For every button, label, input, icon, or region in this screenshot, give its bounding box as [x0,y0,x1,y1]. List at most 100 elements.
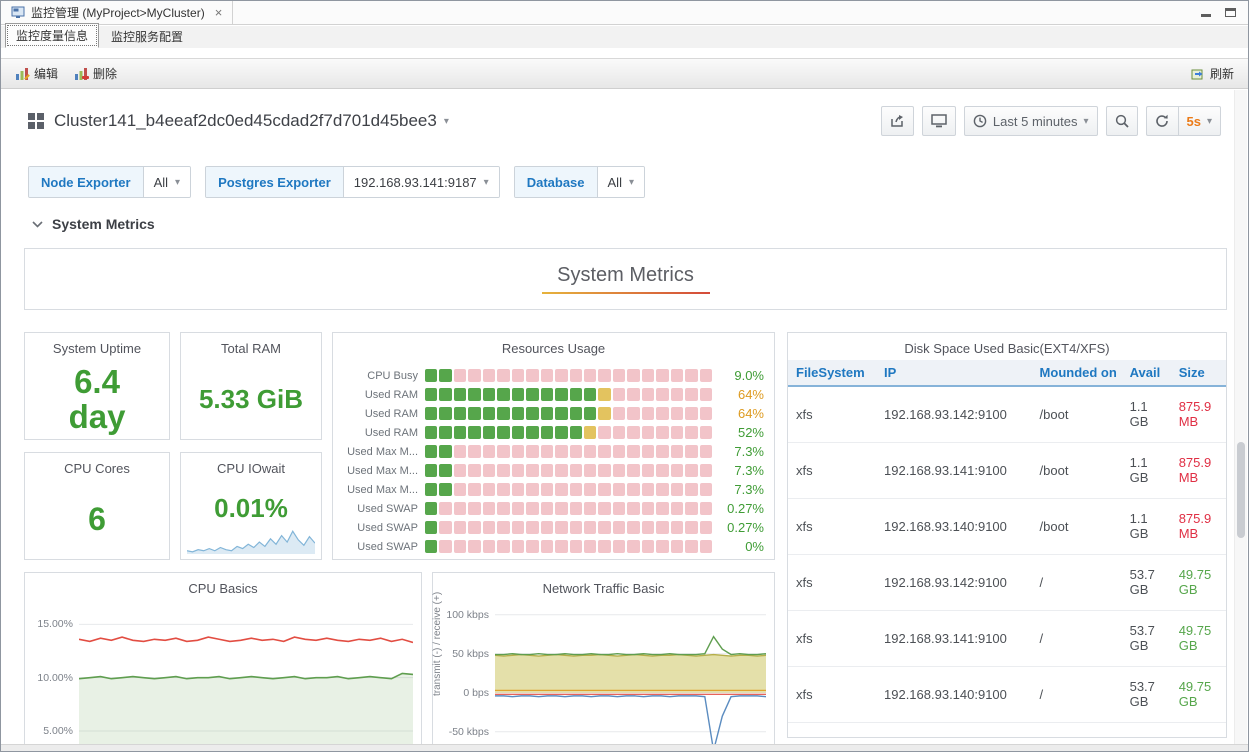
tab-monitor-metrics[interactable]: 监控度量信息 [5,23,100,48]
disk-table-cell: 192.168.93.141:9100 [876,610,1032,667]
heatmap-cell [425,540,438,553]
minimize-button[interactable] [1201,4,1211,22]
heatmap-cell [656,407,669,420]
heatmap-cell [468,445,481,458]
heatmap-cell [425,521,438,534]
heatmap-cell [555,426,568,439]
disk-table-header-filesystem[interactable]: FileSystem [788,360,876,387]
heatmap-cell [685,388,698,401]
disk-table-header-ip[interactable]: IP [876,360,1032,387]
panel-title[interactable]: CPU IOwait [181,453,321,480]
scrollbar-thumb[interactable] [1237,442,1245,538]
heatmap-row-label: Used RAM [364,388,418,401]
refresh-toolbar-button[interactable]: 刷新 [1185,62,1240,85]
vertical-scrollbar[interactable] [1234,90,1247,744]
heatmap-cell [598,540,611,553]
heatmap-row-value: 64% [737,387,764,402]
disk-table-cell: 53.7 GB [1121,610,1171,667]
minimize-icon [1201,13,1211,17]
disk-table-cell: 875.9 MB [1170,442,1226,499]
table-row: xfs 192.168.93.142:9100/boot 1.1 GB 875.9 M… [788,386,1226,443]
heatmap-cell [656,483,669,496]
share-button[interactable] [880,106,914,136]
row-collapse-system-metrics[interactable]: System Metrics [32,216,155,232]
disk-table-header-mounded-on[interactable]: Mounded on [1031,360,1122,387]
refresh-interval-label: 5s [1186,113,1201,129]
disk-table-cell: 49.75 GB [1170,666,1226,723]
panel-title[interactable]: Resources Usage [333,333,774,360]
maximize-button[interactable] [1225,4,1236,22]
app-icon [11,6,25,18]
heatmap-cells [425,445,713,458]
heatmap-cell [569,388,582,401]
panel-title[interactable]: Total RAM [181,333,321,360]
panel-title[interactable]: CPU Basics [25,573,421,600]
heatmap-cell [699,540,713,553]
panel-title[interactable]: CPU Cores [25,453,169,480]
heatmap-cell [511,369,525,382]
window-title-tab[interactable]: 监控管理 (MyProject>MyCluster) × [1,1,234,24]
variable-value-dropdown[interactable]: All ▾ [596,167,644,197]
template-variables: Node Exporter All ▾ Postgres Exporter 192… [28,166,645,198]
heatmap-cell [526,407,539,420]
heatmap-cell [439,388,452,401]
panel-title[interactable]: Disk Space Used Basic(EXT4/XFS) [788,333,1226,360]
heatmap-cell [612,369,626,382]
heatmap-cell [670,445,684,458]
heatmap-cell [526,426,539,439]
heatmap-cell [598,445,611,458]
clock-icon [973,114,987,128]
heatmap-cell [612,521,626,534]
heatmap-cell [670,521,684,534]
table-row: xfs 192.168.93.140:9100/53.7 GB 49.75 GB [788,666,1226,723]
heatmap-cell [511,483,525,496]
refresh-dashboard-button[interactable] [1145,106,1178,136]
panel-title[interactable]: System Uptime [25,333,169,360]
heatmap-row-value: 52% [737,425,764,440]
dashboard-title[interactable]: Cluster141_b4eeaf2dc0ed45cdad2f7d701d45b… [54,111,449,131]
edit-button[interactable]: 编辑 [9,62,64,85]
zoom-out-button[interactable] [1105,106,1138,136]
delete-button[interactable]: 删除 [68,62,123,85]
heatmap-row: Used Max M... 7.3% [339,461,764,480]
time-range-button[interactable]: Last 5 minutes ▾ [963,106,1098,136]
disk-table-body: xfs 192.168.93.142:9100/boot 1.1 GB 875.9 M… [788,386,1226,723]
tv-mode-button[interactable] [921,106,956,136]
heatmap-cell [699,521,713,534]
panel-title[interactable]: Network Traffic Basic [433,573,774,600]
heatmap-cell [482,407,496,420]
disk-table-cell: xfs [788,386,876,443]
close-icon[interactable]: × [215,5,223,20]
y-axis-ticks: 15.00% 10.00% 5.00% [29,603,79,744]
heatmap-cell [511,540,525,553]
heatmap-cell [439,483,452,496]
heatmap-cell [656,540,669,553]
variable-value-dropdown[interactable]: 192.168.93.141:9187 ▾ [342,167,499,197]
disk-table-cell: xfs [788,610,876,667]
heatmap-cell [540,445,554,458]
variable-value: 192.168.93.141:9187 [353,174,477,190]
heatmap-cell [482,502,496,515]
heatmap-cell [511,502,525,515]
heatmap-cell [699,407,713,420]
refresh-interval-button[interactable]: 5s ▾ [1177,106,1221,136]
panel-disk-space: Disk Space Used Basic(EXT4/XFS) FileSyst… [787,332,1227,738]
variable-value-dropdown[interactable]: All ▾ [142,167,191,197]
heatmap-cell [540,426,554,439]
heatmap-cell [482,521,496,534]
heatmap-cell [627,502,640,515]
table-row: xfs 192.168.93.140:9100/boot 1.1 GB 875.9 M… [788,498,1226,555]
heatmap-row-label: Used RAM [364,407,418,420]
heatmap-cell [685,369,698,382]
panel-text-header: System Metrics [24,248,1227,310]
heatmap-cell [526,445,539,458]
heatmap-cell [569,483,582,496]
caret-down-icon: ▾ [1206,115,1212,127]
disk-table-header-size[interactable]: Size [1170,360,1226,387]
heatmap-row-label: Used RAM [364,426,418,439]
heatmap-cell [497,426,510,439]
heatmap-cell [583,464,597,477]
delete-icon [75,67,90,80]
disk-table-header-avail[interactable]: Avail [1121,360,1171,387]
tab-monitor-service-config[interactable]: 监控服务配置 [101,25,193,48]
